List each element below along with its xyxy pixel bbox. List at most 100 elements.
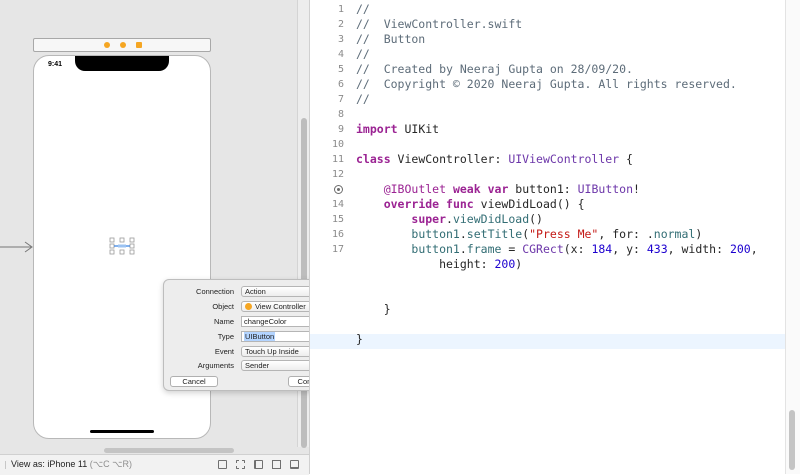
code-line[interactable]: 16 button1.setTitle("Press Me", for: .no… — [310, 227, 800, 242]
code-token: UIButton — [577, 182, 634, 196]
code-text: // ViewController.swift — [356, 17, 522, 32]
code-token: // ViewController.swift — [356, 17, 523, 31]
code-line[interactable]: 6 // Copyright © 2020 Neeraj Gupta. All r… — [310, 77, 800, 92]
code-token: import — [356, 122, 398, 136]
code-token: () — [529, 212, 543, 226]
cancel-button[interactable]: Cancel — [170, 376, 218, 387]
code-token: var — [487, 182, 509, 196]
code-token: UIViewController — [508, 152, 620, 166]
align-icon[interactable] — [254, 460, 263, 469]
view-as-label: View as: iPhone 11 — [11, 459, 88, 469]
code-token: weak — [452, 182, 481, 196]
button-element[interactable] — [109, 237, 135, 255]
resolve-issues-icon[interactable] — [290, 460, 299, 469]
code-token: setTitle — [466, 227, 523, 241]
code-token: ) — [695, 227, 703, 241]
code-line[interactable]: 1 // — [310, 2, 800, 17]
view-as-device-button[interactable]: View as: iPhone 11 (⌥C ⌥R) — [5, 459, 132, 470]
exit-icon[interactable] — [136, 42, 142, 48]
code-line[interactable]: 4 // — [310, 47, 800, 62]
code-line[interactable]: 11 class ViewController: UIViewController… — [310, 152, 800, 167]
canvas-horizontal-scroll-thumb[interactable] — [104, 448, 234, 453]
code-token: 184 — [591, 242, 613, 256]
code-token: , — [750, 242, 758, 256]
code-token: 433 — [646, 242, 668, 256]
divider — [5, 460, 6, 469]
code-token: , for: . — [598, 227, 654, 241]
line-number: 9 — [337, 124, 344, 135]
code-line[interactable]: 5 // Created by Neeraj Gupta on 28/09/20. — [310, 62, 800, 77]
code-token: // Copyright © 2020 Neeraj Gupta. All ri… — [356, 77, 737, 91]
code-line[interactable] — [310, 272, 800, 287]
code-line[interactable]: 3 // Button — [310, 32, 800, 47]
code-line[interactable]: } — [310, 332, 800, 347]
code-token: . — [459, 227, 467, 241]
code-line[interactable]: 10 — [310, 137, 800, 152]
editor-scrollbar[interactable] — [785, 0, 800, 474]
line-number: 12 — [331, 169, 344, 180]
code-token: . — [446, 212, 453, 226]
code-line[interactable] — [310, 317, 800, 332]
code-token: 200 — [729, 242, 751, 256]
code-text: } — [356, 332, 363, 347]
embed-in-icon[interactable] — [236, 460, 245, 469]
code-token: override — [383, 197, 440, 211]
line-number: 3 — [337, 34, 344, 45]
code-token: . — [459, 242, 467, 256]
line-number: 15 — [331, 214, 344, 225]
code-token: } — [356, 332, 363, 346]
view-controller-icon[interactable] — [104, 42, 110, 48]
code-token: CGRect — [522, 242, 564, 256]
code-token: = — [501, 242, 523, 256]
scene-dock[interactable] — [33, 38, 211, 52]
home-indicator — [90, 430, 154, 433]
code-line[interactable]: 17 button1.frame = CGRect(x: 184, y: 433… — [310, 242, 800, 257]
code-token: // Button — [356, 32, 426, 46]
storyboard-canvas[interactable]: 9:41 View as: iPhone 11 (⌥C ⌥R) — [0, 0, 310, 475]
code-text: // Button — [356, 32, 425, 47]
shortcut-compact-width: ⌥C — [92, 459, 110, 469]
code-token: button1: — [508, 182, 578, 196]
code-text: // — [356, 2, 370, 17]
code-token: button1 — [411, 227, 460, 241]
code-text: // — [356, 47, 370, 62]
code-line[interactable]: 9 import UIKit — [310, 122, 800, 137]
status-bar-time: 9:41 — [48, 61, 63, 68]
line-number: 11 — [331, 154, 344, 165]
code-token: button1 — [411, 242, 460, 256]
name-value: changeColor — [244, 317, 287, 326]
code-line[interactable]: height: 200) — [310, 257, 800, 272]
code-text: // Created by Neeraj Gupta on 28/09/20. — [356, 62, 633, 77]
code-editor[interactable]: 1 // 2 // ViewController.swift 3 // Button 4 //… — [309, 0, 800, 474]
code-token: super — [411, 212, 447, 226]
code-text: class ViewController: UIViewController { — [356, 152, 633, 167]
line-number: 8 — [337, 109, 344, 120]
code-token: (x: — [563, 242, 592, 256]
device-notch — [75, 56, 169, 71]
code-line[interactable]: 2 // ViewController.swift — [310, 17, 800, 32]
code-line[interactable]: 14 override func viewDidLoad() { — [310, 197, 800, 212]
canvas-bottom-bar: View as: iPhone 11 (⌥C ⌥R) — [0, 454, 309, 475]
editor-scroll-thumb[interactable] — [789, 410, 795, 470]
code-line[interactable]: 7 // — [310, 92, 800, 107]
code-line[interactable]: } — [310, 302, 800, 317]
code-token: UIKit — [397, 122, 440, 136]
connection-value: Action — [245, 287, 266, 296]
add-constraints-icon[interactable] — [272, 460, 281, 469]
line-number: 2 — [337, 19, 344, 30]
code-line[interactable]: 12 — [310, 167, 800, 182]
code-line[interactable]: 8 — [310, 107, 800, 122]
code-line[interactable]: 15 super.viewDidLoad() — [310, 212, 800, 227]
update-frames-icon[interactable] — [218, 460, 227, 469]
code-line[interactable] — [310, 287, 800, 302]
entry-point-arrow-icon[interactable] — [0, 241, 34, 253]
code-line[interactable]: @IBOutlet weak var button1: UIButton! — [310, 182, 800, 197]
outlet-connection-icon[interactable] — [334, 185, 343, 194]
arguments-value: Sender — [245, 361, 270, 370]
line-number: 6 — [337, 79, 344, 90]
first-responder-icon[interactable] — [120, 42, 126, 48]
